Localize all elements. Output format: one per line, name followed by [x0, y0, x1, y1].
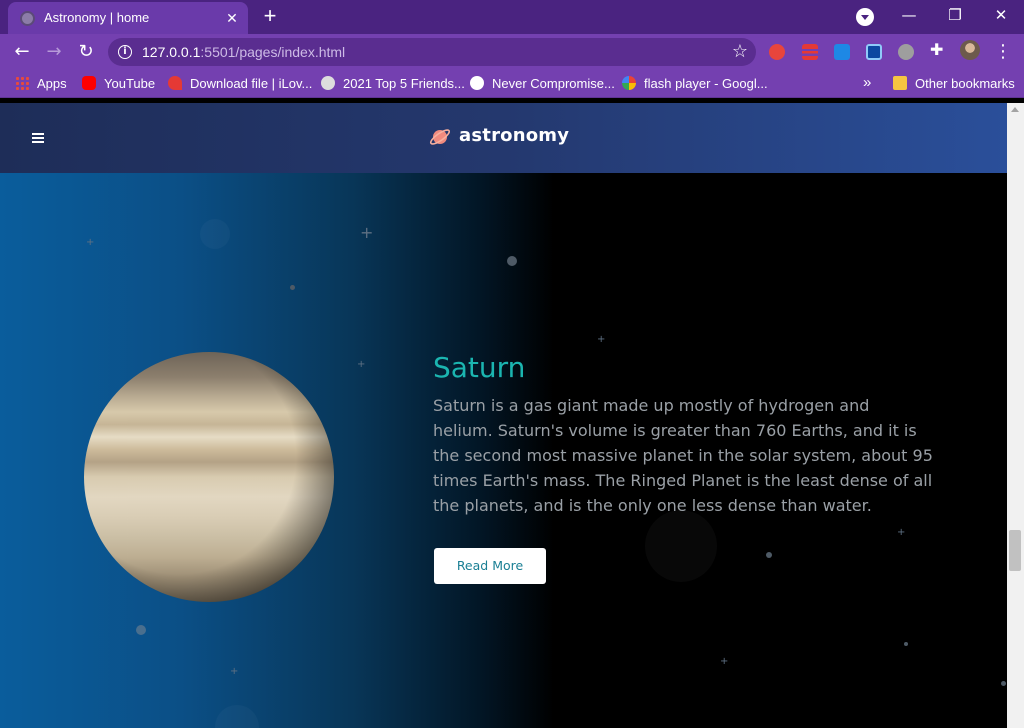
- bookmarks-bar: Apps YouTube Download file | iLov... 202…: [0, 70, 1024, 98]
- maximize-button[interactable]: ❐: [932, 0, 978, 30]
- star-sparkle: +: [86, 237, 95, 248]
- url-host: 127.0.0.1: [142, 44, 201, 60]
- read-more-button[interactable]: Read More: [434, 548, 546, 584]
- star-dot: [766, 552, 772, 558]
- url-text: 127.0.0.1:5501/pages/index.html: [142, 44, 345, 60]
- profile-avatar[interactable]: [960, 40, 980, 60]
- bookmark-ilovepdf[interactable]: Download file | iLov...: [168, 76, 312, 91]
- planet-description: Saturn is a gas giant made up mostly of …: [433, 396, 933, 515]
- bookmark-top5-friends[interactable]: 2021 Top 5 Friends...: [321, 76, 465, 91]
- reload-button[interactable]: ↻: [72, 38, 100, 66]
- star-dot: [136, 625, 146, 635]
- star-dot: [507, 256, 517, 266]
- bookmark-apps[interactable]: Apps: [15, 76, 67, 91]
- hero-section: + + + + + + + Saturn Saturn is a gas gia…: [0, 173, 1007, 728]
- google-icon: [622, 76, 636, 90]
- browser-titlebar: Astronomy | home ✕ + — ❐ ✕: [0, 0, 1024, 34]
- brand-name: astronomy: [459, 125, 570, 146]
- url-path: :5501/pages/index.html: [200, 44, 346, 60]
- bookmark-label: Download file | iLov...: [190, 76, 313, 91]
- globe-icon: [321, 76, 335, 90]
- bookmark-label: flash player - Googl...: [644, 76, 768, 91]
- star-dot: [1001, 681, 1006, 686]
- bookmark-flash-player[interactable]: flash player - Googl...: [622, 76, 768, 91]
- decor-circle: [215, 705, 259, 728]
- planet-title: Saturn: [433, 351, 526, 384]
- globe-icon: [20, 11, 35, 26]
- page-scrollbar[interactable]: [1007, 103, 1024, 728]
- new-tab-button[interactable]: +: [258, 5, 282, 29]
- other-bookmarks-label: Other bookmarks: [915, 76, 1015, 91]
- site-info-icon[interactable]: i: [118, 45, 132, 59]
- bookmarks-overflow-button[interactable]: »: [863, 74, 871, 91]
- browser-tab[interactable]: Astronomy | home ✕: [8, 2, 248, 34]
- folder-icon: [893, 76, 907, 90]
- hamburger-icon[interactable]: [32, 133, 44, 143]
- bookmark-youtube[interactable]: YouTube: [82, 76, 155, 91]
- browser-toolbar: ← → ↻ i 127.0.0.1:5501/pages/index.html …: [0, 34, 1024, 70]
- star-sparkle: +: [897, 527, 906, 538]
- bookmark-label: 2021 Top 5 Friends...: [343, 76, 465, 91]
- globe-extension-icon[interactable]: [898, 44, 914, 60]
- back-button[interactable]: ←: [8, 38, 36, 66]
- scroll-up-arrow-icon[interactable]: [1011, 107, 1019, 112]
- bookmark-label: YouTube: [104, 76, 156, 91]
- star-sparkle: +: [597, 334, 606, 345]
- site-header: astronomy: [0, 103, 1007, 173]
- address-bar[interactable]: i 127.0.0.1:5501/pages/index.html ☆: [108, 38, 756, 66]
- star-sparkle: +: [360, 223, 374, 242]
- shield-icon: [470, 76, 484, 90]
- youtube-icon: [82, 76, 96, 90]
- minimize-button[interactable]: —: [886, 0, 932, 30]
- saturn-image: [84, 352, 334, 602]
- browser-menu-icon[interactable]: ⋮: [994, 38, 1012, 66]
- star-dot: [290, 285, 295, 290]
- star-dot: [904, 642, 908, 646]
- close-tab-icon[interactable]: ✕: [222, 8, 242, 28]
- screen-extension-icon[interactable]: [866, 44, 882, 60]
- close-window-button[interactable]: ✕: [978, 0, 1024, 30]
- bookmark-never-compromise[interactable]: Never Compromise...: [470, 76, 615, 91]
- bookmark-label: Apps: [37, 76, 67, 91]
- decor-circle: [645, 510, 717, 582]
- bookmark-label: Never Compromise...: [492, 76, 615, 91]
- stack-extension-icon[interactable]: [802, 44, 818, 60]
- decor-circle: [200, 219, 230, 249]
- star-sparkle: +: [230, 666, 239, 677]
- tab-search-icon[interactable]: [856, 8, 874, 26]
- apps-grid-icon: [15, 76, 29, 90]
- infinity-extension-icon[interactable]: [769, 44, 785, 60]
- heart-icon: [168, 76, 182, 90]
- cloud-extension-icon[interactable]: [834, 44, 850, 60]
- star-sparkle: +: [720, 656, 729, 667]
- forward-button[interactable]: →: [40, 38, 68, 66]
- other-bookmarks[interactable]: Other bookmarks: [893, 76, 1015, 91]
- page-viewport: astronomy + + + + + + + Saturn Saturn is…: [0, 103, 1007, 728]
- puzzle-icon[interactable]: ✚: [930, 42, 946, 58]
- bookmark-star-icon[interactable]: ☆: [732, 41, 748, 63]
- tab-title: Astronomy | home: [44, 10, 150, 25]
- star-sparkle: +: [357, 359, 366, 370]
- scrollbar-thumb[interactable]: [1009, 530, 1021, 571]
- planet-logo-icon: [429, 129, 451, 145]
